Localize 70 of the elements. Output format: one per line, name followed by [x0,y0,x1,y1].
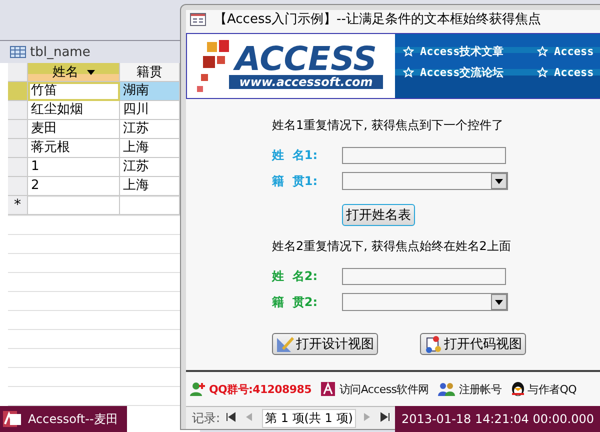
table-title: tbl_name [30,44,90,60]
record-position-field[interactable]: 第 1 项(共 1 项) [262,408,356,428]
text-input[interactable] [342,146,506,164]
logo-url: www.accessoft.com [229,75,383,89]
table-cell: 江苏 [120,120,180,139]
table-cell: 麦田 [28,120,120,139]
table-cell: 四川 [120,101,180,120]
caret-icon [495,300,503,304]
star-icon [537,67,548,78]
record-label: 记录: [192,410,220,426]
table-cell: 1 [28,158,120,177]
table-cell: 蒋元根 [28,139,120,158]
row-selector[interactable] [8,139,28,158]
banner-link[interactable]: Access技术文章 [403,44,537,59]
row-selector[interactable] [8,82,28,101]
document-gear-icon [424,335,442,353]
field-label: 姓 名1: [272,146,319,164]
footer-link[interactable]: QQ群号:41208985 [190,381,312,397]
row-selector[interactable] [8,120,28,139]
banner-link[interactable]: Access [537,65,600,80]
first-record-button[interactable] [226,412,238,424]
users-icon [438,381,456,397]
banner-link[interactable]: Access [537,44,600,59]
star-icon [403,67,414,78]
dropdown-button[interactable] [491,294,507,310]
field-label: 姓 名2: [272,268,319,284]
app-logo-icon [320,381,336,397]
user-add-icon [190,381,206,397]
table-cell: 竹笛 [28,82,120,101]
table-cell: 江苏 [120,158,180,177]
row-selector[interactable] [8,158,28,177]
form-icon [190,12,206,26]
clock: 2013-01-18 14:21:04 00:00.000 [395,406,600,432]
text-input[interactable] [342,268,506,284]
window-title: 【Access入门示例】--让满足条件的文本框始终获得焦点 [214,11,541,28]
taskbar-label: Accessoft--麦田 [28,410,118,428]
app-logo-icon [2,409,22,429]
table-cell: 上海 [120,177,180,196]
new-row-marker: * [8,196,28,215]
footer-link[interactable]: 注册帐号 [438,381,502,397]
select-all-corner[interactable] [8,63,28,82]
table-cell: 上海 [120,139,180,158]
row-selector[interactable] [8,101,28,120]
field-label: 籍 贯2: [272,294,319,310]
table-cell: 2 [28,177,120,196]
section-heading: 姓名2重复情况下, 获得焦点始终在姓名2上面 [272,238,512,255]
ruler-pencil-icon [276,335,294,353]
taskbar-button[interactable]: Accessoft--麦田 [0,406,127,432]
star-icon [537,46,548,57]
section-heading: 姓名1重复情况下, 获得焦点到下一个控件了 [272,117,504,134]
column-header[interactable]: 姓名 [28,63,120,82]
last-record-button[interactable] [380,412,392,424]
view-button[interactable]: 打开设计视图 [272,333,378,355]
caret-icon [495,178,503,184]
column-header[interactable]: 籍贯 [120,63,180,82]
table-icon [10,46,26,58]
logo-text: ACCESS [235,43,377,75]
view-button[interactable]: 打开代码视图 [420,333,526,355]
banner-link[interactable]: Access交流论坛 [403,65,537,80]
footer-link[interactable]: 与作者QQ [510,381,576,397]
caret-icon [86,70,94,74]
footer-link[interactable]: 访问Access软件网 [320,381,429,397]
table-cell: 红尘如烟 [28,101,120,120]
row-selector[interactable] [8,177,28,196]
star-icon [403,46,414,57]
dropdown-button[interactable] [491,173,507,189]
field-label: 籍 贯1: [272,172,319,190]
penguin-icon [510,381,525,397]
table-cell: 湖南 [120,82,180,101]
open-table-button[interactable]: 打开姓名表 [342,204,415,226]
